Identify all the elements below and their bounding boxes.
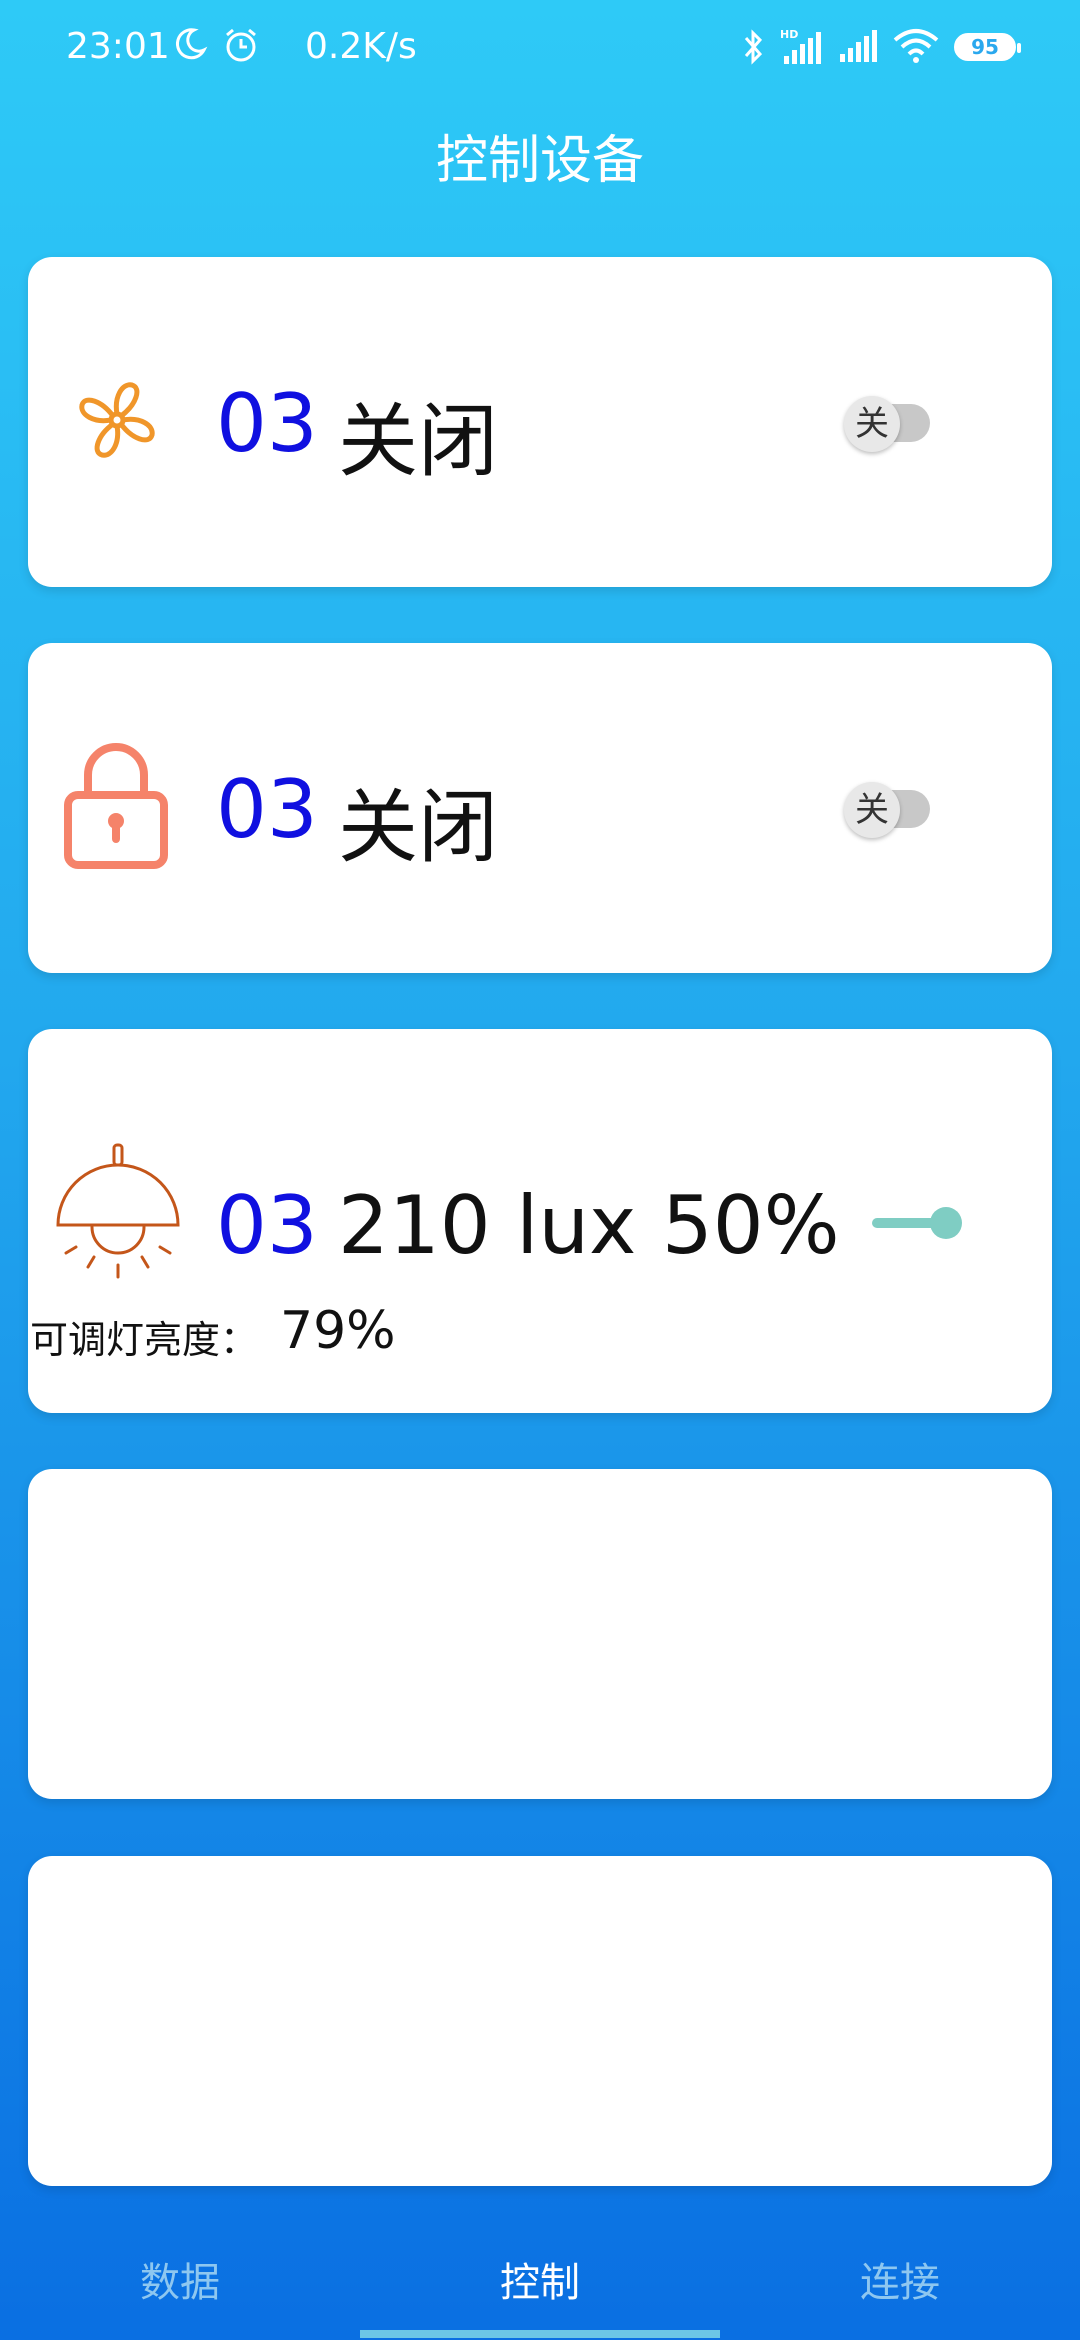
device-state: 关闭 — [338, 781, 498, 874]
nav-tab-control[interactable]: 控制 — [360, 2250, 720, 2308]
device-card-lock: 03 关闭 关 — [28, 643, 1052, 973]
bluetooth-icon — [740, 28, 768, 70]
device-card-empty-2 — [28, 1856, 1052, 2186]
fan-icon — [72, 375, 162, 469]
toggle-knob: 关 — [844, 396, 900, 452]
device-card-fan: 03 关闭 关 — [28, 257, 1052, 587]
status-time: 23:01 — [66, 26, 170, 67]
nav-tab-data[interactable]: 数据 — [0, 2250, 360, 2308]
lamp-icon — [54, 1143, 184, 1293]
fan-toggle[interactable]: 关 — [834, 392, 952, 456]
device-card-empty-1 — [28, 1469, 1052, 1799]
signal-hd-icon: HD — [780, 28, 826, 70]
device-id: 03 — [216, 763, 318, 856]
alarm-icon — [222, 26, 260, 68]
nav-active-indicator — [360, 2330, 720, 2338]
device-id: 03 — [216, 377, 318, 470]
device-id: 03 — [216, 1179, 318, 1272]
bottom-nav: 数据 控制 连接 — [0, 2220, 1080, 2340]
page-title: 控制设备 — [435, 131, 644, 191]
moon-icon — [172, 26, 208, 66]
status-bar: 23:01 0.2K/s HD 95 — [0, 0, 1080, 96]
slider-thumb[interactable] — [930, 1207, 962, 1239]
wifi-icon — [892, 28, 940, 68]
lock-icon — [60, 739, 172, 873]
brightness-slider[interactable] — [872, 1201, 964, 1241]
svg-text:HD: HD — [780, 28, 798, 41]
lock-toggle[interactable]: 关 — [834, 778, 952, 842]
brightness-label: 可调灯亮度： — [30, 1318, 259, 1362]
battery-icon: 95 — [954, 33, 1021, 61]
brightness-value: 79% — [280, 1301, 396, 1361]
toggle-knob: 关 — [844, 782, 900, 838]
network-speed: 0.2K/s — [305, 26, 417, 67]
signal-icon — [838, 30, 882, 68]
device-state: 关闭 — [338, 395, 498, 488]
nav-tab-connect[interactable]: 连接 — [720, 2250, 1080, 2308]
device-state: 210 lux 50% — [338, 1179, 840, 1272]
device-card-lamp: 03 210 lux 50% 可调灯亮度： 79% — [28, 1029, 1052, 1413]
